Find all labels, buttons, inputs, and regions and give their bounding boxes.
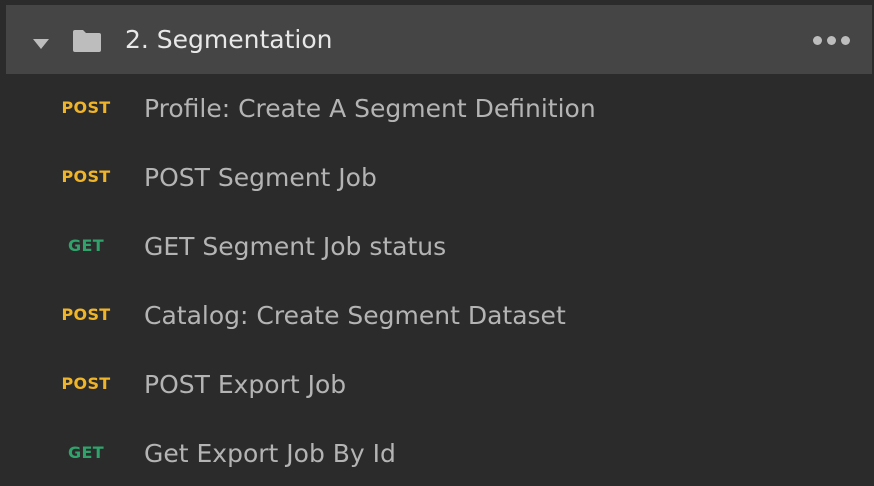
request-name: POST Export Job xyxy=(144,370,347,399)
folder-icon xyxy=(73,30,101,52)
request-row[interactable]: POST Catalog: Create Segment Dataset xyxy=(0,281,874,350)
request-row[interactable]: GET Get Export Job By Id xyxy=(0,419,874,486)
request-name: POST Segment Job xyxy=(144,163,377,192)
request-row[interactable]: GET GET Segment Job status xyxy=(0,212,874,281)
request-name: Profile: Create A Segment Definition xyxy=(144,94,596,123)
folder-row-segmentation[interactable]: 2. Segmentation xyxy=(6,5,872,74)
request-row[interactable]: POST Profile: Create A Segment Definitio… xyxy=(0,74,874,143)
request-row[interactable]: POST POST Export Job xyxy=(0,350,874,419)
more-horizontal-icon[interactable] xyxy=(813,32,850,48)
request-name: GET Segment Job status xyxy=(144,232,447,261)
request-name: Catalog: Create Segment Dataset xyxy=(144,301,566,330)
request-name: Get Export Job By Id xyxy=(144,439,396,468)
collection-panel: 2. Segmentation POST Profile: Create A S… xyxy=(0,0,874,486)
request-list: POST Profile: Create A Segment Definitio… xyxy=(0,74,874,486)
request-row[interactable]: POST POST Segment Job xyxy=(0,143,874,212)
caret-down-icon[interactable] xyxy=(33,39,49,49)
folder-title: 2. Segmentation xyxy=(125,25,333,54)
